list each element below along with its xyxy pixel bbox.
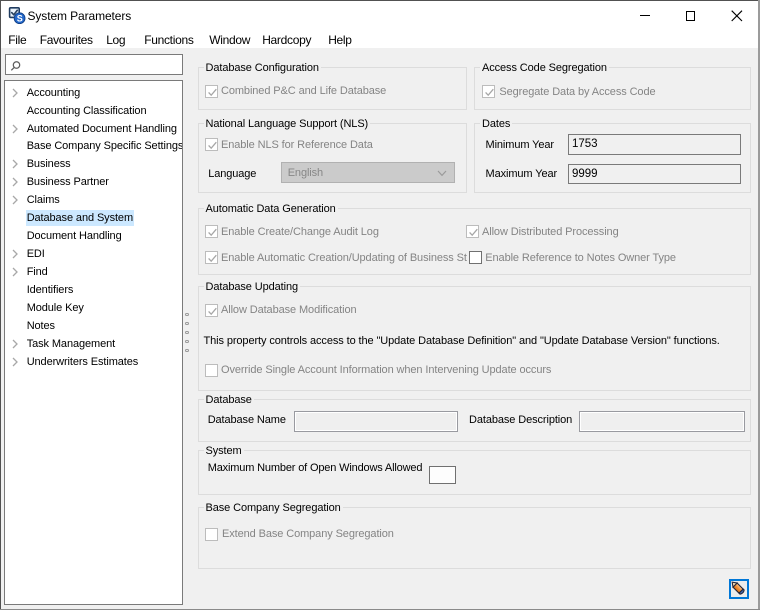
svg-text:S: S	[17, 14, 23, 24]
